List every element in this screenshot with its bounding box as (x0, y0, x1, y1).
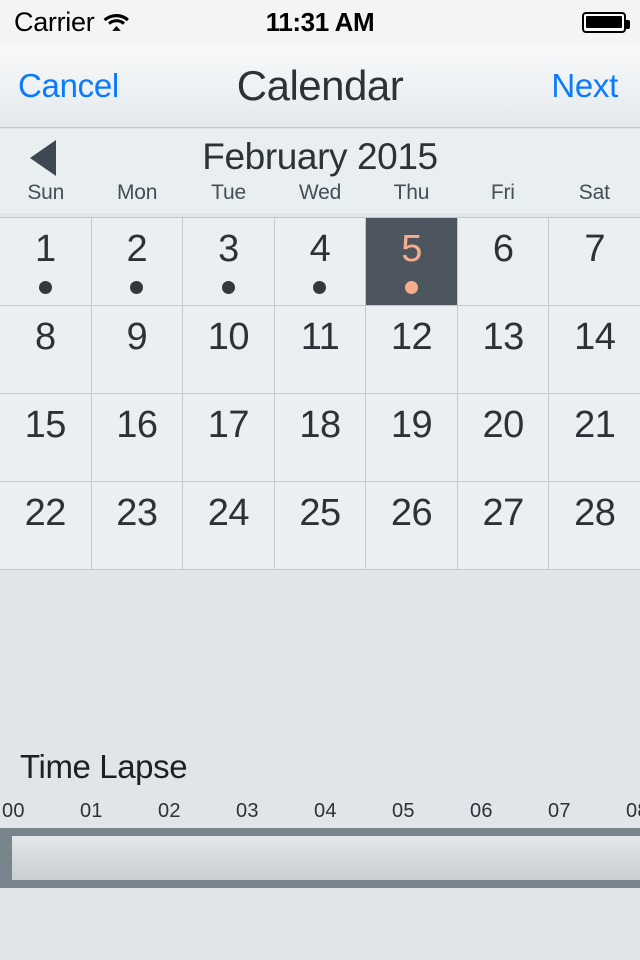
time-lapse-section: Time Lapse 00 01 02 03 04 05 06 07 08 (0, 730, 640, 960)
calendar-day-number: 11 (300, 316, 340, 358)
calendar-day-cell[interactable]: 19 (366, 394, 457, 481)
wifi-icon (103, 12, 130, 33)
calendar-day-number: 2 (126, 228, 148, 270)
calendar-day-cell[interactable]: 26 (366, 482, 457, 569)
weekday-label-thu: Thu (393, 181, 430, 204)
calendar-day-number: 26 (390, 492, 433, 534)
weekday-header-row: Sun Mon Tue Wed Thu Fri Sat (0, 181, 640, 213)
weekday-label-tue: Tue (211, 181, 246, 204)
calendar-day-number: 9 (126, 316, 148, 358)
calendar-day-number: 16 (116, 404, 158, 446)
cancel-button[interactable]: Cancel (18, 44, 119, 128)
calendar-day-number: 21 (574, 404, 616, 446)
month-navigation-row: February 2015 (0, 129, 640, 185)
calendar-day-cell[interactable]: 18 (274, 394, 366, 481)
calendar-day-cell[interactable]: 8 (0, 306, 91, 393)
calendar-day-number: 27 (482, 492, 524, 534)
clock-label: 11:31 AM (265, 6, 375, 37)
calendar-header: February 2015 Sun Mon Tue Wed Thu Fri Sa… (0, 129, 640, 213)
event-dot-icon (405, 281, 419, 294)
calendar-day-number: 28 (574, 492, 616, 534)
calendar-day-cell[interactable]: 5 (366, 218, 457, 305)
time-lapse-scrubber-fill[interactable] (12, 836, 640, 880)
weekday-label-sun: Sun (27, 181, 65, 204)
calendar-day-number: 22 (24, 492, 67, 534)
time-lapse-scrubber-track[interactable] (0, 828, 640, 888)
calendar-day-cell[interactable]: 21 (549, 394, 640, 481)
calendar-day-cell[interactable]: 24 (183, 482, 274, 569)
calendar-day-number: 13 (482, 316, 524, 358)
calendar-day-cell[interactable]: 2 (91, 218, 183, 305)
status-bar-right (582, 0, 630, 44)
time-lapse-hour-tick: 00 (2, 800, 25, 822)
calendar-grid: 1 2 3 4 5 6 7 8 9 10 11 12 13 14 15 16 17 18 19 20 21 22 23 24 2… (0, 217, 640, 570)
month-year-label: February 2015 (202, 136, 438, 177)
calendar-day-cell[interactable]: 9 (91, 306, 183, 393)
calendar-day-cell[interactable]: 13 (457, 306, 549, 393)
weekday-label-wed: Wed (298, 181, 342, 204)
calendar-day-number: 10 (207, 316, 250, 358)
event-dot-icon (38, 281, 52, 294)
time-lapse-hour-tick: 01 (80, 800, 103, 822)
time-lapse-tick-labels: 00 01 02 03 04 05 06 07 08 (0, 800, 640, 826)
calendar-day-number: 17 (207, 404, 250, 446)
calendar-day-cell[interactable]: 23 (91, 482, 183, 569)
event-dot-icon (221, 281, 235, 294)
carrier-label: Carrier (14, 6, 95, 37)
time-lapse-hour-tick: 04 (314, 800, 337, 822)
time-lapse-title: Time Lapse (20, 748, 188, 785)
calendar-day-cell[interactable]: 7 (549, 218, 640, 305)
time-lapse-hour-tick: 05 (392, 800, 415, 822)
calendar-day-cell[interactable]: 11 (274, 306, 366, 393)
weekday-label-sat: Sat (578, 181, 610, 204)
calendar-day-number: 1 (34, 228, 56, 270)
calendar-day-number: 24 (207, 492, 250, 534)
calendar-day-number: 18 (299, 404, 341, 446)
battery-full-icon (582, 11, 630, 33)
calendar-day-cell[interactable]: 3 (183, 218, 274, 305)
calendar-day-number: 23 (116, 492, 158, 534)
calendar-day-cell[interactable]: 6 (457, 218, 549, 305)
weekday-label-mon: Mon (117, 181, 158, 204)
calendar-day-number: 4 (309, 228, 331, 270)
calendar-day-cell[interactable]: 4 (274, 218, 366, 305)
calendar-day-number: 12 (390, 316, 433, 358)
calendar-day-cell[interactable]: 15 (0, 394, 91, 481)
time-lapse-hour-tick: 08 (626, 800, 640, 822)
calendar-day-cell[interactable]: 27 (457, 482, 549, 569)
calendar-day-number: 8 (34, 316, 56, 358)
calendar-day-cell[interactable]: 20 (457, 394, 549, 481)
calendar-day-cell[interactable]: 25 (274, 482, 366, 569)
calendar-day-cell[interactable]: 17 (183, 394, 274, 481)
calendar-day-cell[interactable]: 12 (366, 306, 457, 393)
calendar-day-cell[interactable]: 28 (549, 482, 640, 569)
calendar-day-cell[interactable]: 22 (0, 482, 91, 569)
calendar-day-number: 14 (574, 316, 616, 358)
calendar-day-number: 20 (482, 404, 524, 446)
calendar-day-number: 5 (401, 228, 422, 270)
next-button[interactable]: Next (551, 44, 618, 128)
calendar-day-cell[interactable]: 1 (0, 218, 91, 305)
calendar-day-number: 3 (218, 228, 239, 270)
status-bar: Carrier 11:31 AM (0, 0, 640, 44)
time-lapse-hour-tick: 02 (158, 800, 181, 822)
event-dot-icon (313, 281, 327, 294)
time-lapse-hour-tick: 03 (236, 800, 259, 822)
calendar-day-cell[interactable]: 14 (549, 306, 640, 393)
calendar-day-number: 7 (584, 228, 606, 270)
navigation-bar: Calendar Cancel Next (0, 44, 640, 128)
event-dot-icon (130, 281, 144, 294)
status-bar-left: Carrier (14, 0, 130, 44)
time-lapse-hour-tick: 07 (548, 800, 571, 822)
calendar-day-number: 6 (492, 228, 514, 270)
calendar-day-number: 15 (24, 404, 67, 446)
weekday-label-fri: Fri (490, 181, 515, 204)
calendar-day-cell[interactable]: 10 (183, 306, 274, 393)
calendar-day-number: 25 (299, 492, 341, 534)
calendar-day-cell[interactable]: 16 (91, 394, 183, 481)
time-lapse-hour-tick: 06 (470, 800, 493, 822)
calendar-day-number: 19 (390, 404, 433, 446)
